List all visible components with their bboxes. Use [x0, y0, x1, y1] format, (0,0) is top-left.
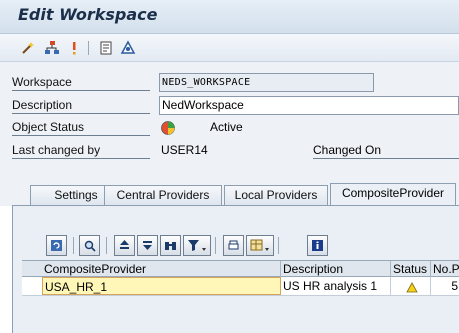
- workspace-form: Workspace NEDS_WORKSPACE Description Ned…: [0, 62, 459, 172]
- title-bar: Edit Workspace: [0, 0, 459, 34]
- changed-on-label: Changed On: [313, 143, 459, 159]
- object-status-value: Active: [210, 120, 243, 134]
- description-label: Description: [12, 98, 150, 114]
- warning-triangle-icon: [405, 280, 418, 295]
- page-title: Edit Workspace: [18, 5, 158, 24]
- tab-compositeprovider[interactable]: CompositeProvider: [330, 183, 456, 206]
- object-status-row: Object Status Active: [0, 117, 459, 139]
- last-changed-by-label: Last changed by: [12, 143, 150, 159]
- details-icon[interactable]: [79, 235, 100, 256]
- last-changed-by-value: USER14: [161, 143, 208, 157]
- tab-strip: Settings Central Providers Local Provide…: [0, 172, 459, 206]
- sort-descending-icon[interactable]: [137, 235, 158, 256]
- column-header-no-p[interactable]: No.P...: [431, 261, 459, 277]
- find-icon[interactable]: [160, 235, 181, 256]
- tab-central-providers[interactable]: Central Providers: [104, 185, 222, 206]
- status-cell: [391, 277, 431, 295]
- exclamation-icon[interactable]: [66, 40, 82, 56]
- person-icon[interactable]: [120, 40, 136, 56]
- sort-ascending-icon[interactable]: [114, 235, 135, 256]
- layout-icon[interactable]: [246, 235, 274, 256]
- description-row: Description NedWorkspace: [0, 95, 459, 117]
- description-cell: US HR analysis 1: [281, 277, 391, 295]
- hierarchy-icon[interactable]: [44, 40, 60, 56]
- document-icon[interactable]: [98, 40, 114, 56]
- table-header: CompositeProvider Description Status No.…: [22, 260, 459, 277]
- column-header-status[interactable]: Status: [391, 261, 431, 277]
- refresh-icon[interactable]: [46, 235, 67, 256]
- last-changed-row: Last changed by USER14 Changed On: [0, 140, 459, 162]
- no-p-cell: 5: [431, 277, 459, 295]
- column-header-description[interactable]: Description: [281, 261, 391, 277]
- column-header-compositeprovider[interactable]: CompositeProvider: [42, 261, 281, 277]
- print-icon[interactable]: [223, 235, 244, 256]
- info-icon[interactable]: [307, 235, 328, 256]
- workspace-label: Workspace: [12, 75, 150, 91]
- workspace-field: NEDS_WORKSPACE: [159, 73, 374, 92]
- object-status-label: Object Status: [12, 120, 150, 136]
- application-toolbar: [0, 34, 459, 62]
- filter-icon[interactable]: [183, 235, 211, 256]
- compositeprovider-cell[interactable]: USA_HR_1: [42, 277, 281, 295]
- status-active-icon: [160, 120, 176, 139]
- description-field[interactable]: NedWorkspace: [159, 96, 459, 115]
- tab-local-providers[interactable]: Local Providers: [224, 185, 328, 206]
- table-row[interactable]: USA_HR_1 US HR analysis 1 5: [22, 277, 459, 296]
- wand-icon[interactable]: [20, 40, 36, 56]
- workspace-row: Workspace NEDS_WORKSPACE: [0, 72, 459, 94]
